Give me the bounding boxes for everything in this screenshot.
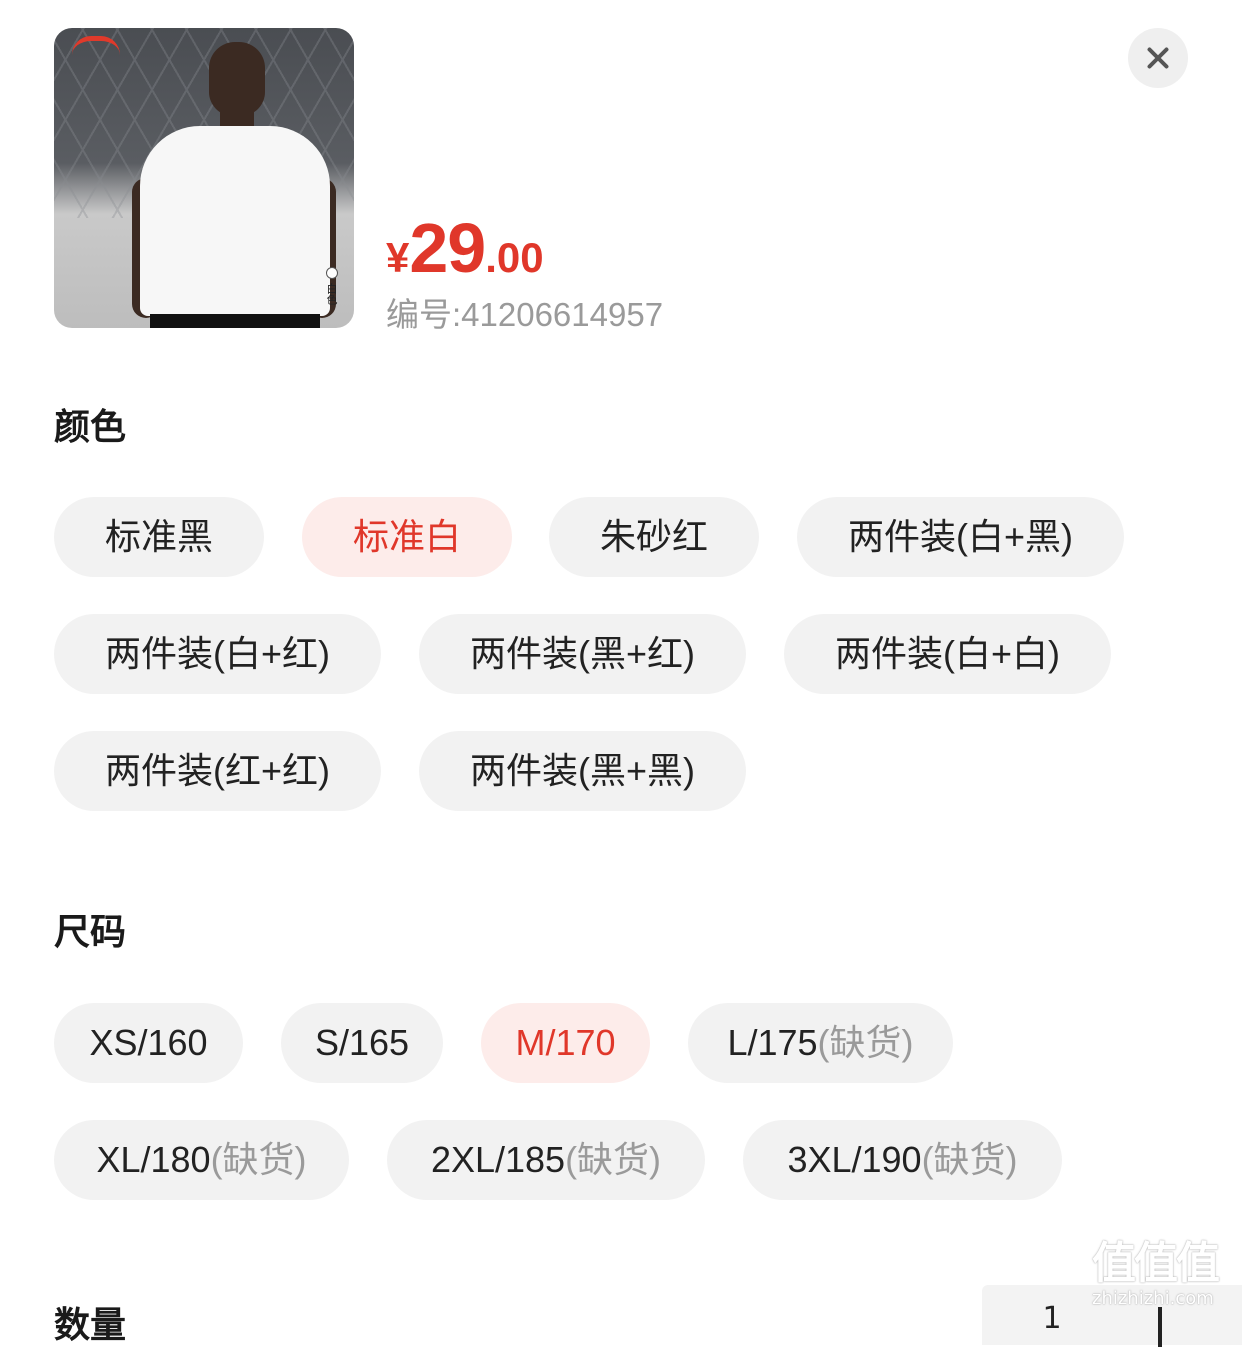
sku-selector-sheet: 白色 ¥29.00 编号:41206614957 颜色 标准黑 标准白 朱砂红 …	[0, 0, 1242, 1347]
color-option-label: 两件装(黑+黑)	[469, 750, 695, 791]
color-option[interactable]: 两件装(白+红)	[54, 614, 381, 694]
size-option-out-of-stock[interactable]: 3XL/190(缺货)	[743, 1120, 1062, 1200]
sku-number: 编号:41206614957	[386, 296, 664, 333]
color-option-label: 标准白	[352, 516, 461, 557]
color-option[interactable]: 两件装(红+红)	[54, 731, 381, 811]
size-option-label: 3XL/190	[787, 1139, 922, 1180]
model-pants	[150, 314, 320, 328]
color-option-label: 两件装(黑+红)	[469, 633, 695, 674]
color-option-label: 两件装(白+白)	[834, 633, 1060, 674]
quantity-section-title: 数量	[54, 1305, 127, 1346]
color-option-selected[interactable]: 标准白	[302, 497, 512, 577]
color-option[interactable]: 两件装(白+白)	[784, 614, 1111, 694]
size-option-label: XL/180	[96, 1139, 211, 1180]
color-swatch-label: 白色	[325, 283, 338, 305]
out-of-stock-label: (缺货)	[921, 1139, 1018, 1180]
price-currency: ¥	[386, 234, 410, 281]
color-option[interactable]: 朱砂红	[549, 497, 759, 577]
size-section-title: 尺码	[54, 912, 127, 953]
color-swatch-dot	[326, 267, 338, 279]
color-option-label: 两件装(白+黑)	[847, 516, 1073, 557]
size-option-label: M/170	[515, 1022, 616, 1063]
out-of-stock-label: (缺货)	[817, 1022, 914, 1063]
color-option-label: 两件装(红+红)	[104, 750, 330, 791]
color-option-label: 朱砂红	[599, 516, 708, 557]
color-option[interactable]: 两件装(黑+黑)	[419, 731, 746, 811]
price-integer: 29	[409, 209, 486, 287]
size-option-label: XS/160	[89, 1022, 208, 1063]
size-option-label: S/165	[314, 1022, 410, 1063]
watermark: 值值值 zhizhizhi.com	[1092, 1240, 1238, 1312]
size-option-selected[interactable]: M/170	[481, 1003, 650, 1083]
size-option-out-of-stock[interactable]: XL/180(缺货)	[54, 1120, 349, 1200]
out-of-stock-label: (缺货)	[565, 1139, 662, 1180]
size-option-label: 2XL/185	[430, 1139, 566, 1180]
color-section-title: 颜色	[54, 407, 127, 448]
color-option-label: 两件装(白+红)	[104, 633, 330, 674]
price: ¥29.00	[386, 208, 544, 288]
color-option[interactable]: 标准黑	[54, 497, 264, 577]
color-option[interactable]: 两件装(黑+红)	[419, 614, 746, 694]
size-option[interactable]: XS/160	[54, 1003, 243, 1083]
size-option[interactable]: S/165	[281, 1003, 443, 1083]
size-option-label: L/175	[727, 1022, 818, 1063]
close-button[interactable]	[1128, 28, 1188, 88]
out-of-stock-label: (缺货)	[210, 1139, 307, 1180]
color-option-label: 标准黑	[104, 516, 213, 557]
plus-icon[interactable]	[1158, 1307, 1162, 1347]
price-decimal: .00	[485, 234, 544, 281]
model-head	[209, 42, 265, 116]
color-option[interactable]: 两件装(白+黑)	[797, 497, 1124, 577]
size-option-out-of-stock[interactable]: L/175(缺货)	[688, 1003, 953, 1083]
product-thumbnail[interactable]: 白色	[54, 28, 354, 328]
size-option-out-of-stock[interactable]: 2XL/185(缺货)	[387, 1120, 705, 1200]
watermark-logo: 值值值	[1092, 1238, 1220, 1289]
watermark-url: zhizhizhi.com	[1092, 1288, 1214, 1309]
model-shirt	[140, 126, 330, 316]
